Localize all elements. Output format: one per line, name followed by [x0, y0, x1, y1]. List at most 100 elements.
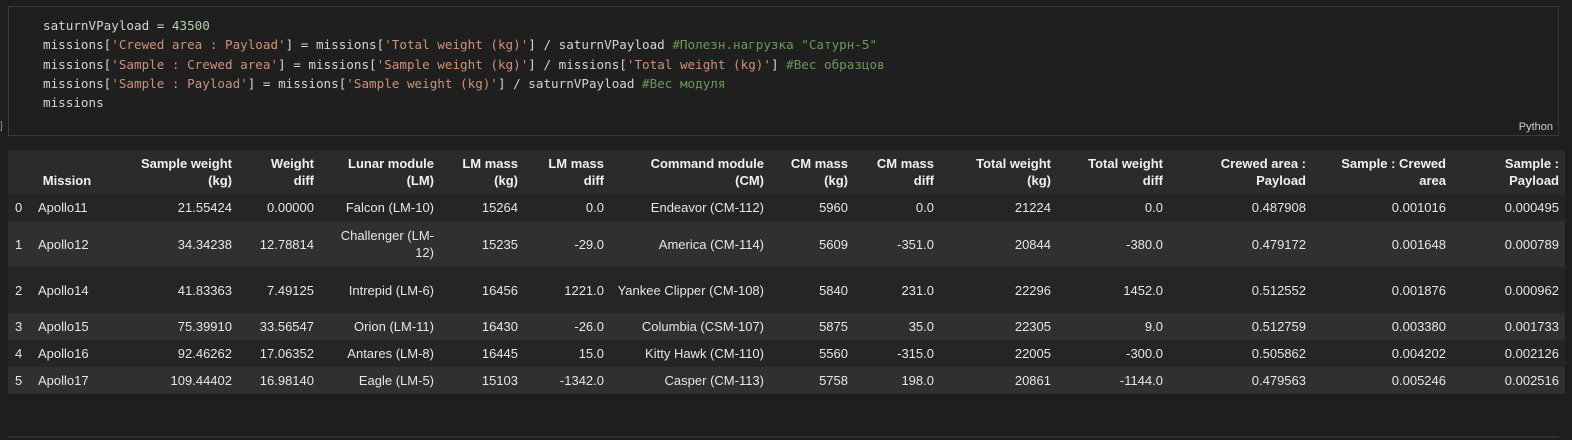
- code-cell[interactable]: saturnVPayload = 43500 missions['Crewed a…: [8, 6, 1559, 136]
- code-token-str: 'Sample : Payload': [111, 75, 248, 91]
- table-cell: 0.001648: [1312, 221, 1452, 267]
- column-header-text: (LM): [406, 173, 434, 188]
- column-header-text: CM mass: [790, 156, 848, 171]
- column-header: CM mass diff: [854, 150, 940, 194]
- column-header: Total weight diff: [1057, 150, 1169, 194]
- table-cell: Apollo17: [34, 367, 102, 394]
- table-cell: 0.487908: [1169, 194, 1312, 221]
- table-row: 4 Apollo16 92.46262 17.06352 Antares (LM-8) 1…: [8, 340, 1565, 367]
- table-cell: 0.002126: [1452, 340, 1565, 367]
- table-cell: Casper (CM-113): [610, 367, 770, 394]
- table-cell: 0.512552: [1169, 267, 1312, 313]
- column-header-text: area: [1419, 173, 1446, 188]
- table-cell: 0.001733: [1452, 313, 1565, 340]
- table-cell: 9.0: [1057, 313, 1169, 340]
- table-cell: Yankee Clipper (CM-108): [610, 267, 770, 313]
- code-token-plain: missions: [43, 95, 104, 111]
- table-cell: -1342.0: [524, 367, 610, 394]
- table-cell: Apollo15: [34, 313, 102, 340]
- table-cell: 16430: [440, 313, 524, 340]
- column-header-text: (CM): [735, 173, 764, 188]
- table-cell: -351.0: [854, 221, 940, 267]
- column-header-text: Total weight: [976, 156, 1051, 171]
- column-header-text: Weight: [270, 156, 314, 171]
- table-cell: 16.98140: [238, 367, 320, 394]
- table-cell: 17.06352: [238, 340, 320, 367]
- code-token-comment: #Полезн.нагрузка "Сатурн-5": [672, 37, 878, 53]
- table-cell: 35.0: [854, 313, 940, 340]
- column-header-text: (kg): [208, 173, 232, 188]
- table-cell: 12.78814: [238, 221, 320, 267]
- table-header-row: Mission Sample weight (kg) Weight diff Lunar …: [8, 150, 1565, 194]
- column-header-text: diff: [1142, 173, 1163, 188]
- column-header-text: Total weight: [1088, 156, 1163, 171]
- column-header-text: Sample :: [1504, 156, 1559, 171]
- table-cell: 0.001016: [1312, 194, 1452, 221]
- code-line: missions: [43, 93, 885, 112]
- table-cell: 0.005246: [1312, 367, 1452, 394]
- code-token-str: 'Sample weight (kg)': [346, 75, 498, 91]
- code-token-plain: missions[: [43, 37, 112, 53]
- code-token-plain: ] = missions[: [247, 75, 347, 91]
- column-header-text: Payload: [1509, 173, 1559, 188]
- code-token-plain: missions[: [43, 56, 112, 72]
- code-token-comment: #Вес образцов: [786, 56, 885, 72]
- table-cell: 1221.0: [524, 267, 610, 313]
- dataframe-table: Mission Sample weight (kg) Weight diff Lunar …: [8, 150, 1565, 394]
- row-index: 4: [8, 340, 34, 367]
- code-token-str: 'Total weight (kg)': [384, 37, 529, 53]
- notebook-page: saturnVPayload = 43500 missions['Crewed a…: [0, 0, 1572, 440]
- table-cell: 0.000789: [1452, 221, 1565, 267]
- table-cell: Apollo14: [34, 267, 102, 313]
- table-cell: Apollo16: [34, 340, 102, 367]
- column-header-text: Lunar module: [348, 156, 434, 171]
- column-header-text: (kg): [494, 173, 518, 188]
- table-cell: 0.479563: [1169, 367, 1312, 394]
- table-cell: Apollo12: [34, 221, 102, 267]
- column-header-text: diff: [913, 173, 934, 188]
- cell-language-label[interactable]: Python: [1519, 121, 1553, 133]
- table-cell: Intrepid (LM-6): [320, 267, 440, 313]
- table-cell: 1452.0: [1057, 267, 1169, 313]
- table-cell: 0.0: [854, 194, 940, 221]
- output-divider: [8, 436, 1559, 438]
- table-cell: Kitty Hawk (CM-110): [610, 340, 770, 367]
- column-header-text: CM mass: [876, 156, 934, 171]
- table-cell: 0.512759: [1169, 313, 1312, 340]
- table-cell: Columbia (CSM-107): [610, 313, 770, 340]
- table-cell: -29.0: [524, 221, 610, 267]
- column-header-text: diff: [293, 173, 314, 188]
- cell-bracket: ]: [0, 121, 3, 132]
- table-cell: 0.0: [1057, 194, 1169, 221]
- table-cell: -26.0: [524, 313, 610, 340]
- code-line: saturnVPayload = 43500: [43, 16, 885, 35]
- table-cell: 16445: [440, 340, 524, 367]
- code-token-plain: ] / saturnVPayload: [528, 37, 673, 53]
- table-cell: Apollo11: [34, 194, 102, 221]
- column-header: Sample weight (kg): [102, 150, 238, 194]
- table-row: 0 Apollo11 21.55424 0.00000 Falcon (LM-10) 15…: [8, 194, 1565, 221]
- table-cell: 92.46262: [102, 340, 238, 367]
- table-cell: 15103: [440, 367, 524, 394]
- column-header: Sample : Crewed area: [1312, 150, 1452, 194]
- table-cell: 22305: [940, 313, 1057, 340]
- code-line: missions['Sample : Crewed area'] = missi…: [43, 55, 885, 74]
- row-index: 5: [8, 367, 34, 394]
- column-header-text: (kg): [824, 173, 848, 188]
- table-cell: 41.83363: [102, 267, 238, 313]
- code-token-plain: missions[: [43, 75, 112, 91]
- column-header-text: Sample : Crewed: [1341, 156, 1446, 171]
- column-header: Sample : Payload: [1452, 150, 1565, 194]
- table-cell: 0.479172: [1169, 221, 1312, 267]
- table-row: 1 Apollo12 34.34238 12.78814 Challenger (LM-…: [8, 221, 1565, 267]
- code-token-str: 'Sample : Crewed area': [111, 56, 279, 72]
- cell-output: Mission Sample weight (kg) Weight diff Lunar …: [8, 150, 1565, 394]
- code-token-str: 'Total weight (kg)': [626, 56, 771, 72]
- table-cell: Challenger (LM-12): [320, 221, 440, 267]
- code-token-comment: #Вес модуля: [642, 75, 726, 91]
- table-cell: 16456: [440, 267, 524, 313]
- column-header: Weight diff: [238, 150, 320, 194]
- table-row: 2 Apollo14 41.83363 7.49125 Intrepid (LM-6) 1…: [8, 267, 1565, 313]
- code-editor[interactable]: saturnVPayload = 43500 missions['Crewed a…: [43, 16, 885, 112]
- column-header-text: (kg): [1027, 173, 1051, 188]
